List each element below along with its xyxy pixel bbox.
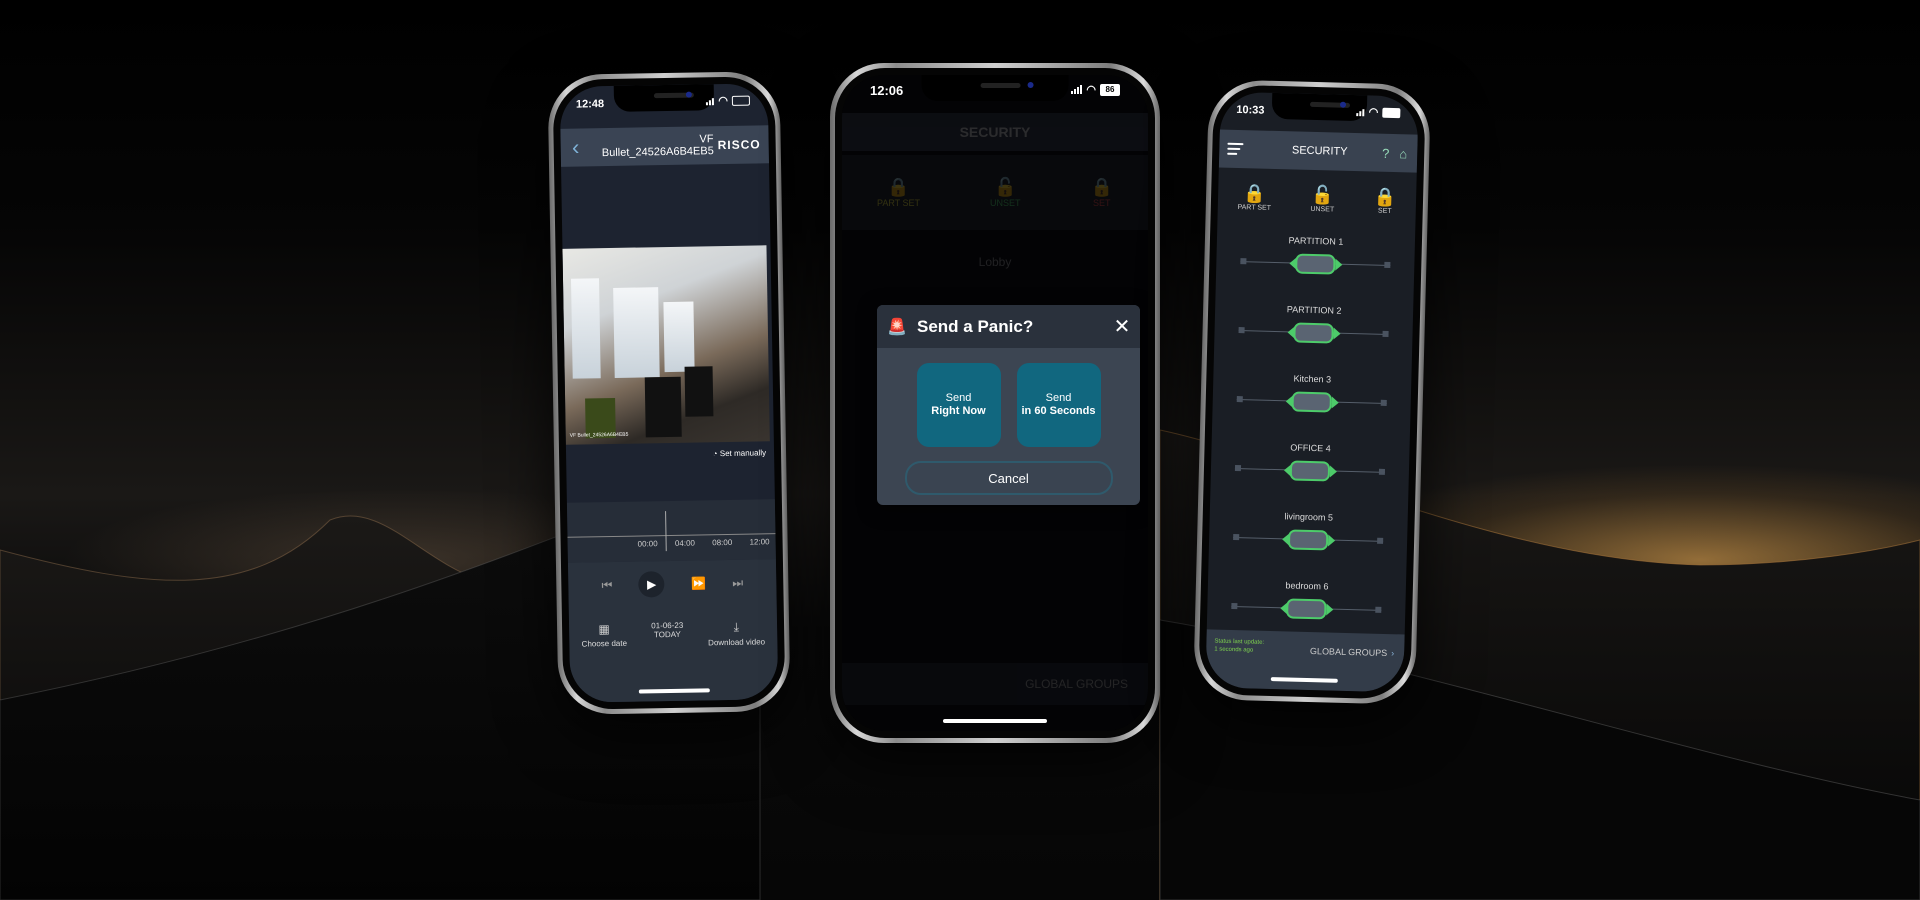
phone-panic: 12:06 ◠ 86 SECURITY 🔒 PART SET 🔓 UNSET 🔒 SET… <box>830 63 1160 743</box>
global-groups-link[interactable]: GLOBAL GROUPS › <box>1310 646 1394 658</box>
lock-icon: 🔒 <box>887 177 910 197</box>
partition-slider[interactable] <box>1236 390 1387 414</box>
battery-icon: 86 <box>1100 83 1120 96</box>
partition-name: Lobby <box>978 255 1012 269</box>
status-time: 12:06 <box>870 83 904 98</box>
header-title: SECURITY <box>959 124 1031 140</box>
panic-screen: 12:06 ◠ 86 SECURITY 🔒 PART SET 🔓 UNSET 🔒 SET… <box>842 75 1148 731</box>
unlock-icon: 🔓 <box>1311 184 1335 206</box>
phone-camera: 12:48 ◠ ‹ VF Bullet_24526A6B4EB5 RISCO V… <box>547 71 791 715</box>
partition-row: Kitchen 3 <box>1212 369 1412 443</box>
status-bar: 10:33 ◠ <box>1220 92 1419 127</box>
partition-row: livingroom 5 <box>1208 507 1408 581</box>
partition-slider[interactable] <box>1234 459 1386 483</box>
skip-back-icon[interactable]: ⏮ <box>601 578 612 593</box>
timeline[interactable]: 00:00 04:00 08:00 12:00 <box>566 499 776 563</box>
tick-label: 04:00 <box>674 538 696 548</box>
choose-date-label: Choose date <box>581 638 628 649</box>
partition-slider[interactable] <box>1238 321 1389 345</box>
security-footer: Status last update: 1 seconds ago GLOBAL … <box>1205 629 1405 693</box>
fast-forward-icon[interactable]: ⏩ <box>691 576 706 590</box>
signal-icon <box>1071 85 1083 94</box>
phone-security: 10:33 ◠ SECURITY ? ⌂ 🔒 PART SET 🔓 UNSET 🔒 SE… <box>1192 79 1432 705</box>
home-indicator <box>942 719 1048 723</box>
wifi-icon: ◠ <box>1086 84 1096 96</box>
partition-slider[interactable] <box>1231 597 1382 621</box>
wifi-icon: ◠ <box>718 94 729 108</box>
set-manually-label: Set manually <box>719 448 767 459</box>
video-caption: VF Bullet_24526A6B4EB5 <box>569 431 629 439</box>
choose-date-button[interactable]: ▦ Choose date <box>581 622 628 650</box>
status-bar: 12:48 ◠ <box>560 83 768 117</box>
date-display: 01-06-23 TODAY <box>651 621 683 649</box>
partition-name: PARTITION 1 <box>1288 235 1344 247</box>
send-delayed-button[interactable]: Send in 60 Seconds <box>1016 363 1101 447</box>
mode-set[interactable]: 🔒 SET <box>1373 186 1397 216</box>
video-feed[interactable]: VF Bullet_24526A6B4EB5 <box>562 245 770 445</box>
dialog-title: Send a Panic? <box>917 316 1034 336</box>
partition-slider[interactable] <box>1240 252 1391 276</box>
wifi-icon: ◠ <box>1368 106 1379 119</box>
mode-part-set: 🔒 PART SET <box>877 177 921 208</box>
send-now-top: Send <box>945 392 972 404</box>
download-video-button[interactable]: ⤓ Download video <box>708 619 766 648</box>
mode-unset: 🔓 UNSET <box>990 177 1021 208</box>
tick-label: 12:00 <box>749 537 770 547</box>
partition-row: PARTITION 1 <box>1215 231 1415 305</box>
lock-icon: 🔒 <box>1243 183 1267 204</box>
mode-unset[interactable]: 🔓 UNSET <box>1310 185 1334 214</box>
signal-icon <box>1356 107 1365 117</box>
close-button[interactable]: ✕ <box>1104 314 1140 339</box>
battery-icon <box>1382 107 1401 118</box>
status-bar: 12:06 ◠ 86 <box>842 75 1148 105</box>
send-now-bottom: Right Now <box>931 405 986 417</box>
calendar-icon: ▦ <box>598 622 610 637</box>
back-button[interactable]: ‹ <box>560 134 590 161</box>
camera-screen: 12:48 ◠ ‹ VF Bullet_24526A6B4EB5 RISCO V… <box>559 83 779 703</box>
mode-part-set[interactable]: 🔒 PART SET <box>1237 183 1271 212</box>
lock-icon: 🔒 <box>1090 177 1113 197</box>
play-button[interactable]: ▶ <box>638 571 665 598</box>
download-icon: ⤓ <box>733 619 740 634</box>
tick-label: 00:00 <box>637 539 658 549</box>
download-label: Download video <box>708 637 766 648</box>
skip-forward-icon[interactable]: ⏭ <box>732 575 743 590</box>
siren-icon: 🚨 <box>887 318 907 336</box>
menu-icon[interactable] <box>1219 139 1257 158</box>
lock-icon: 🔒 <box>1373 186 1397 208</box>
chevron-right-icon: › <box>1391 648 1395 659</box>
playback-controls: ⏮ ▶ ⏩ ⏭ ▦ Choose date 01-06-23 TODAY ⤓ Down… <box>567 559 779 703</box>
partition-slider[interactable] <box>1233 528 1384 552</box>
partition-list: PARTITION 1 PARTITION 2 Kitchen 3 OFFICE 4l… <box>1206 231 1415 650</box>
signal-icon <box>706 96 715 106</box>
date-today: TODAY <box>653 629 681 640</box>
battery-icon <box>731 95 750 106</box>
security-screen: 10:33 ◠ SECURITY ? ⌂ 🔒 PART SET 🔓 UNSET 🔒 SE… <box>1205 91 1419 693</box>
status-time: 10:33 <box>1236 103 1265 117</box>
home-icon[interactable]: ⌂ <box>1399 146 1407 161</box>
camera-title: VF Bullet_24526A6B4EB5 <box>601 133 714 160</box>
camera-header: ‹ VF Bullet_24526A6B4EB5 RISCO <box>560 125 770 167</box>
tick-label: 08:00 <box>712 537 733 548</box>
partition-row: OFFICE 4 <box>1210 438 1410 512</box>
security-header: SECURITY ? ⌂ <box>1218 129 1418 173</box>
help-icon[interactable]: ? <box>1382 145 1390 160</box>
set-manually-button[interactable]: ◔ Set manually <box>713 448 766 458</box>
send-delay-top: Send <box>1045 392 1072 404</box>
arm-modes: 🔒 PART SET 🔓 UNSET 🔒 SET <box>1217 171 1416 226</box>
status-time: 12:48 <box>575 98 605 111</box>
send-now-button[interactable]: Send Right Now <box>916 363 1001 447</box>
status-update: Status last update: 1 seconds ago <box>1214 638 1265 654</box>
mode-set: 🔒 SET <box>1090 177 1113 208</box>
unlock-icon: 🔓 <box>994 177 1017 197</box>
cancel-button[interactable]: Cancel <box>904 461 1113 495</box>
risco-logo: RISCO <box>717 137 761 153</box>
send-delay-bottom: in 60 Seconds <box>1021 405 1096 417</box>
partition-row: PARTITION 2 <box>1214 300 1414 374</box>
header-title: SECURITY <box>1291 144 1348 158</box>
global-groups-link: GLOBAL GROUPS <box>1025 677 1128 691</box>
panic-dialog: 🚨 Send a Panic? ✕ Send Right Now Send in 6… <box>877 305 1140 505</box>
